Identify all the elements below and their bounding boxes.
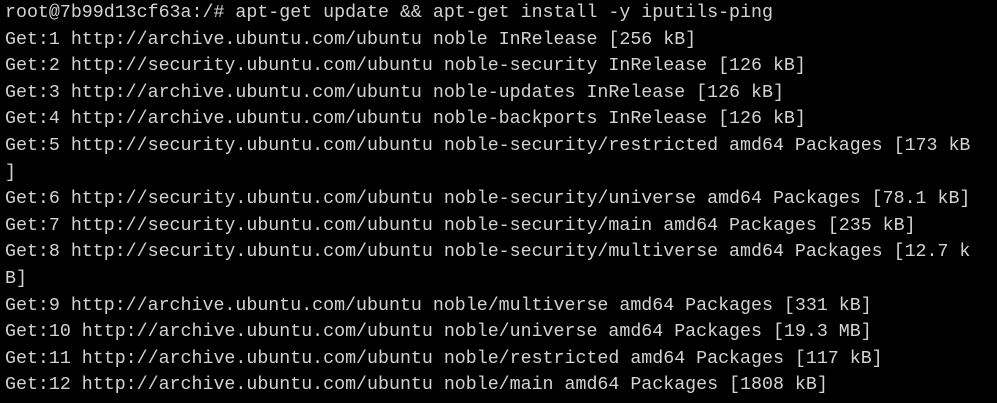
terminal-output-line: ] (5, 162, 16, 183)
terminal-prompt-line: root@7b99d13cf63a:/# apt-get update && a… (5, 3, 773, 23)
terminal-output-line: Get:7 http://security.ubuntu.com/ubuntu … (5, 215, 916, 236)
terminal-output-line: B] (5, 268, 27, 289)
terminal-output-line: Get:3 http://archive.ubuntu.com/ubuntu n… (5, 82, 784, 103)
terminal-window[interactable]: root@7b99d13cf63a:/# apt-get update && a… (0, 0, 997, 403)
terminal-output-line: Get:5 http://security.ubuntu.com/ubuntu … (5, 135, 971, 156)
terminal-output-line: Get:9 http://archive.ubuntu.com/ubuntu n… (5, 295, 872, 316)
terminal-output-line: Get:8 http://security.ubuntu.com/ubuntu … (5, 242, 971, 263)
terminal-output-line: Get:11 http://archive.ubuntu.com/ubuntu … (5, 348, 883, 369)
terminal-output-line: Get:1 http://archive.ubuntu.com/ubuntu n… (5, 29, 697, 50)
terminal-output-line: Get:4 http://archive.ubuntu.com/ubuntu n… (5, 109, 806, 130)
terminal-output-line: Get:12 http://archive.ubuntu.com/ubuntu … (5, 375, 828, 396)
terminal-output-line: Get:6 http://security.ubuntu.com/ubuntu … (5, 189, 971, 210)
terminal-output-line: Get:2 http://security.ubuntu.com/ubuntu … (5, 56, 806, 77)
terminal-output-line: Get:10 http://archive.ubuntu.com/ubuntu … (5, 322, 872, 343)
